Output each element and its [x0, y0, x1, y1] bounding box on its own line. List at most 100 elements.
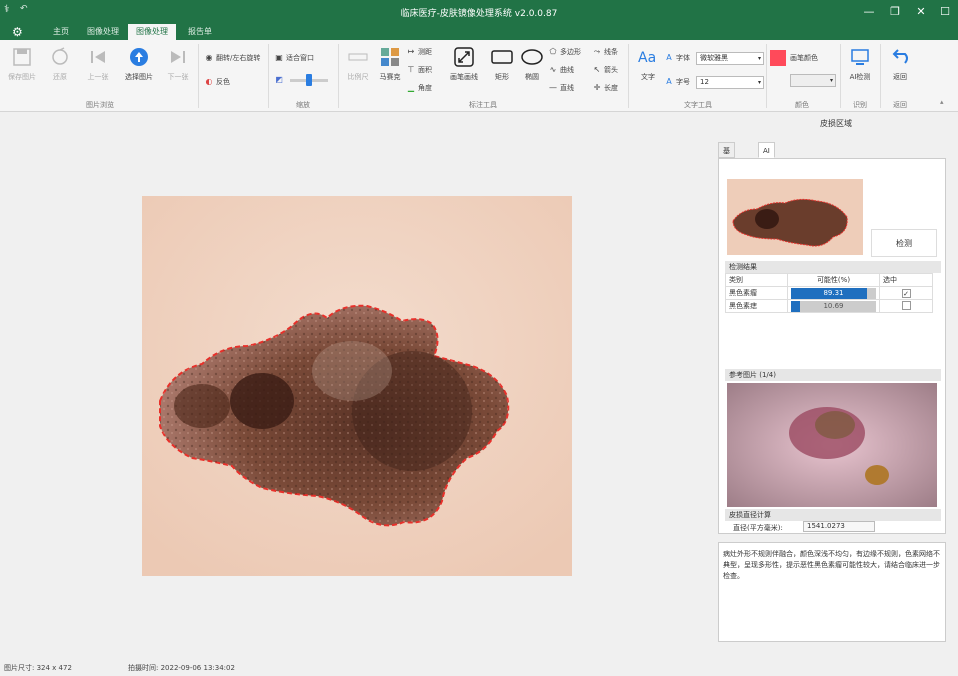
window-title: 临床医疗-皮肤镜像处理系统 v2.0.0.87	[400, 9, 558, 19]
tab-batch[interactable]: 图像处理	[80, 24, 126, 40]
ai-detect-button[interactable]: AI检测	[842, 46, 878, 82]
measure-header: 皮损直径计算	[725, 509, 941, 521]
line-button[interactable]: — 直线	[548, 82, 574, 94]
tab-home[interactable]: 主页	[44, 24, 78, 40]
tab-ai-detect[interactable]: AI检测	[758, 142, 775, 187]
pen-label: 画笔画线	[450, 73, 478, 81]
arrow-button[interactable]: ↖ 箭头	[592, 64, 618, 76]
table-row[interactable]: 黑色素痣 10.69	[725, 299, 933, 313]
col-prob: 可能性(%)	[787, 273, 880, 287]
pen-draw-button[interactable]: 画笔画线	[446, 46, 482, 82]
text-button[interactable]: Aa 文字	[630, 46, 666, 82]
prev-image-button[interactable]: 上一张	[80, 46, 116, 82]
zoom-slider-thumb[interactable]	[306, 74, 312, 86]
ellipse-icon	[521, 49, 543, 65]
angle-button[interactable]: ▁ 角度	[406, 82, 432, 94]
group-label-browse: 图片浏览	[86, 101, 114, 109]
select-checkbox[interactable]	[901, 300, 911, 310]
measure-icon: ↦	[407, 47, 415, 56]
font-size-select[interactable]: 12 ▾	[696, 76, 764, 89]
arrow-icon: ↖	[593, 65, 601, 74]
reference-image[interactable]	[727, 383, 937, 507]
minimize-button[interactable]: —	[858, 4, 880, 20]
group-label-color: 颜色	[795, 101, 809, 109]
polygon-button[interactable]: ⬠ 多边形	[548, 46, 581, 58]
fit-window-icon: ▣	[275, 53, 283, 62]
ruler-button[interactable]: 比例尺	[340, 46, 376, 82]
font-size-icon: A	[666, 77, 672, 86]
next-label: 下一张	[167, 73, 189, 81]
image-viewport[interactable]	[0, 112, 714, 660]
reverse-color-button[interactable]: ◐ 反色	[204, 76, 231, 88]
size-label-text: 字号	[676, 78, 690, 86]
table-row[interactable]: 黑色素瘤 89.31 ✓	[725, 286, 933, 300]
tab-basic-info[interactable]: 基础资料	[718, 142, 735, 203]
restore-button[interactable]: ❐	[884, 4, 906, 20]
font-select[interactable]: 微软雅黑 ▾	[696, 52, 764, 65]
separator	[198, 44, 199, 108]
panel-title: 皮损区域	[820, 119, 852, 128]
tab-report[interactable]: 报告单	[180, 24, 220, 40]
mosaic-button[interactable]: 马赛克	[372, 46, 408, 82]
curve-button[interactable]: ∿ 曲线	[548, 64, 574, 76]
area-button[interactable]: ⊤ 面积	[406, 64, 432, 76]
pen-color-swatch[interactable]	[770, 50, 786, 66]
measure-label: 测距	[418, 48, 432, 56]
line-width-select[interactable]: ▾	[790, 74, 836, 87]
area-icon: ⊤	[407, 65, 415, 74]
ellipse-label: 椭圆	[525, 73, 539, 81]
collapse-ribbon-icon[interactable]: ▴	[940, 98, 944, 106]
lesion-thumbnail	[727, 179, 863, 255]
separator	[766, 44, 767, 108]
prob-value: 10.69	[823, 301, 844, 310]
font-label: A 字体	[664, 52, 690, 64]
font-select-value: 微软雅黑	[700, 54, 728, 62]
pen-color-button[interactable]: 画笔颜色	[790, 52, 818, 64]
area-label: 面积	[418, 66, 432, 74]
back-button[interactable]: 返回	[882, 46, 918, 82]
save-image-button[interactable]: 保存图片	[4, 46, 40, 82]
diameter-field[interactable]: 1541.0273	[803, 521, 875, 532]
reverse-label: 反色	[216, 78, 230, 86]
chevron-down-icon: ▾	[757, 55, 761, 62]
free-line-button[interactable]: ⤳ 线条	[592, 46, 618, 58]
ellipse-button[interactable]: 椭圆	[514, 46, 550, 82]
font-label-text: 字体	[676, 54, 690, 62]
mosaic-label: 马赛克	[379, 73, 401, 81]
line-icon: —	[549, 83, 557, 92]
gear-icon[interactable]: ⚙	[12, 25, 23, 39]
separator	[840, 44, 841, 108]
title-bar: ⚕ ↶ 临床医疗-皮肤镜像处理系统 v2.0.0.87 — ❐ ✕ ☐	[0, 0, 958, 24]
description-box[interactable]: 病灶外形不规则伴融合，颜色深浅不均匀，有边缘不规则，色素网络不典型，呈现多形性，…	[718, 542, 946, 642]
detect-button[interactable]: 检测	[871, 229, 937, 257]
arrow-label: 箭头	[604, 66, 618, 74]
chevron-down-icon: ▾	[829, 77, 833, 84]
close-button[interactable]: ✕	[910, 4, 932, 20]
ruler-label: 比例尺	[347, 73, 369, 81]
dermoscopy-image[interactable]	[142, 196, 572, 576]
reverse-icon: ◐	[205, 77, 213, 86]
text-label: 文字	[641, 73, 655, 81]
fit-window-button[interactable]: ▣ 适合窗口	[274, 52, 314, 64]
select-image-button[interactable]: 选择图片	[118, 46, 160, 82]
select-checkbox[interactable]: ✓	[901, 288, 911, 298]
measure-button[interactable]: ↦ 测距	[406, 46, 432, 58]
length-button[interactable]: ✛ 长度	[592, 82, 618, 94]
chevron-down-icon: ▾	[757, 79, 761, 86]
next-image-button[interactable]: 下一张	[160, 46, 196, 82]
fullscreen-button[interactable]: ☐	[934, 4, 956, 20]
status-bar: 图片尺寸: 324 x 472 拍摄时间: 2022-09-06 13:34:0…	[0, 660, 958, 676]
prev-label: 上一张	[87, 73, 109, 81]
flip-button[interactable]: ◉ 翻转/左右旋转	[204, 52, 261, 64]
separator	[880, 44, 881, 108]
prev-icon	[91, 51, 105, 63]
ribbon-tabs: ⚙ 主页 图像处理 图像处理 报告单	[0, 24, 958, 40]
restore-image-button[interactable]: 还原	[42, 46, 78, 82]
ribbon: 保存图片 还原 上一张 选择图片 下一张 图片浏览 ◉ 翻转/左右旋转 ◐ 反色 ▣…	[0, 40, 958, 112]
ai-detect-panel: 检测 检测结果 类别 可能性(%) 选中 黑色素瘤 89.31 ✓ 黑色素痣 1…	[718, 158, 946, 534]
separator	[338, 44, 339, 108]
separator	[628, 44, 629, 108]
return-icon	[892, 49, 908, 64]
zoom-icon: ◩	[275, 75, 283, 84]
tab-image-processing[interactable]: 图像处理	[128, 24, 176, 40]
